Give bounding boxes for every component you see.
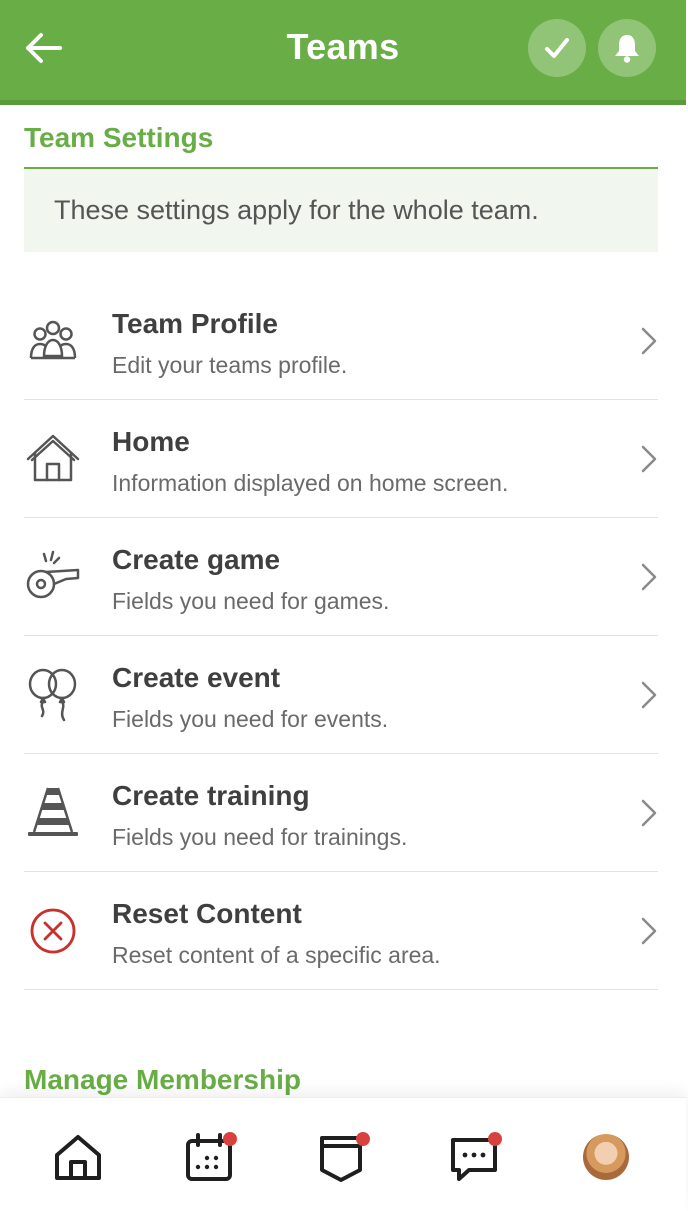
bottom-nav bbox=[0, 1097, 686, 1211]
chevron-right-icon bbox=[641, 799, 657, 827]
menu-item-team-profile[interactable]: Team Profile Edit your teams profile. bbox=[24, 282, 658, 400]
home-icon bbox=[26, 434, 80, 482]
menu-item-home[interactable]: Home Information displayed on home scree… bbox=[24, 400, 658, 518]
info-text: These settings apply for the whole team. bbox=[54, 195, 539, 225]
nav-board[interactable] bbox=[316, 1130, 370, 1184]
menu-item-subtitle: Reset content of a specific area. bbox=[112, 942, 441, 968]
avatar[interactable] bbox=[583, 1134, 629, 1180]
chevron-right-icon bbox=[641, 445, 657, 473]
training-cone-icon bbox=[28, 787, 78, 836]
menu-item-subtitle: Fields you need for games. bbox=[112, 588, 390, 614]
team-group-icon bbox=[29, 320, 77, 360]
chevron-right-icon bbox=[641, 563, 657, 591]
menu-item-create-event[interactable]: Create event Fields you need for events. bbox=[24, 636, 658, 754]
whistle-icon bbox=[26, 550, 80, 599]
reset-x-icon bbox=[30, 908, 76, 954]
menu-item-title: Create event bbox=[112, 662, 281, 693]
nav-home[interactable] bbox=[51, 1130, 105, 1184]
menu-item-title: Create training bbox=[112, 780, 310, 811]
menu-item-title: Home bbox=[112, 426, 190, 457]
menu-item-title: Reset Content bbox=[112, 898, 302, 929]
info-box: These settings apply for the whole team. bbox=[24, 169, 658, 252]
menu-item-subtitle: Edit your teams profile. bbox=[112, 352, 348, 378]
settings-menu: Team Profile Edit your teams profile. Ho… bbox=[24, 282, 658, 990]
chevron-right-icon bbox=[641, 327, 657, 355]
team-settings-heading: Team Settings bbox=[24, 122, 214, 153]
menu-item-subtitle: Fields you need for trainings. bbox=[112, 824, 408, 850]
menu-item-subtitle: Fields you need for events. bbox=[112, 706, 389, 732]
confirm-button[interactable] bbox=[528, 19, 586, 77]
menu-item-subtitle: Information displayed on home screen. bbox=[112, 470, 509, 496]
home-icon bbox=[55, 1135, 101, 1180]
chevron-right-icon bbox=[641, 681, 657, 709]
check-icon bbox=[545, 38, 569, 58]
notification-dot bbox=[223, 1132, 237, 1146]
notification-dot bbox=[488, 1132, 502, 1146]
app-header: Teams bbox=[0, 0, 686, 105]
notification-dot bbox=[356, 1132, 370, 1146]
nav-chat[interactable] bbox=[447, 1130, 502, 1184]
menu-item-reset-content[interactable]: Reset Content Reset content of a specifi… bbox=[24, 872, 658, 990]
bell-icon bbox=[615, 35, 639, 63]
nav-calendar[interactable] bbox=[183, 1130, 237, 1184]
menu-item-create-game[interactable]: Create game Fields you need for games. bbox=[24, 518, 658, 636]
menu-item-create-training[interactable]: Create training Fields you need for trai… bbox=[24, 754, 658, 872]
manage-membership-heading: Manage Membership bbox=[24, 1064, 301, 1095]
chevron-right-icon bbox=[641, 917, 657, 945]
menu-item-title: Team Profile bbox=[112, 308, 278, 339]
balloons-icon bbox=[28, 668, 77, 722]
menu-item-title: Create game bbox=[112, 544, 281, 575]
notifications-button[interactable] bbox=[598, 19, 656, 77]
